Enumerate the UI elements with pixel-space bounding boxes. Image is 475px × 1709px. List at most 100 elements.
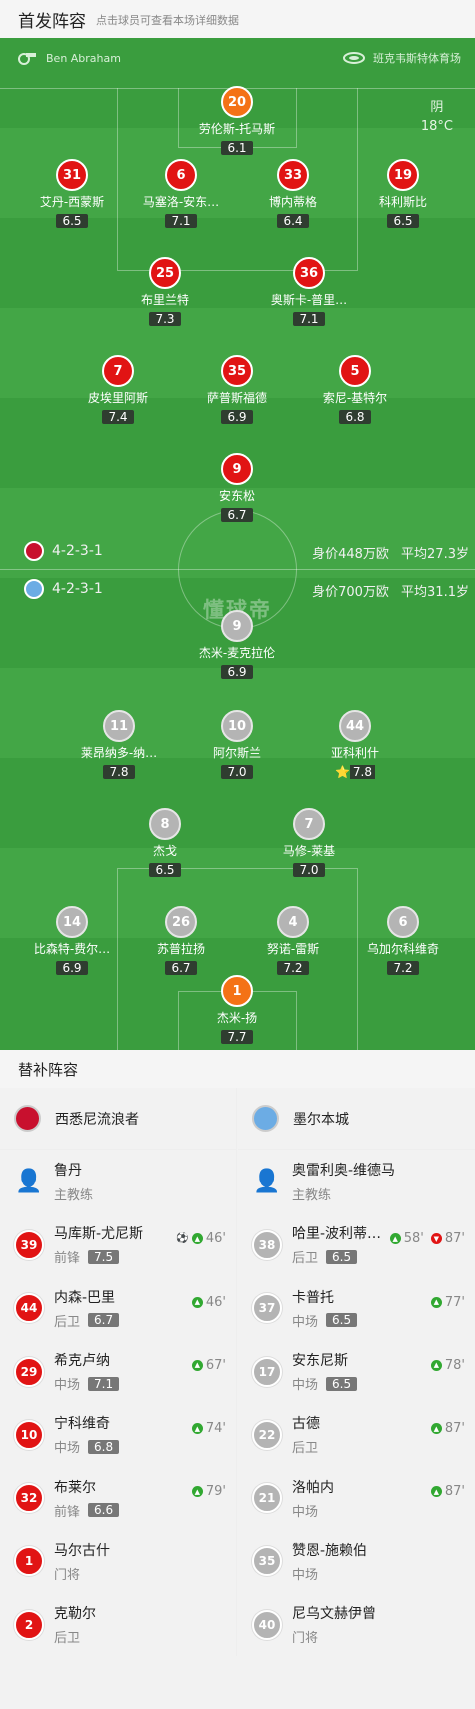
away-sub-row[interactable]: 40 尼乌文赫伊曾 门将 [238,1593,475,1656]
away-sub-row[interactable]: 35 赞恩-施赖伯 中场 [238,1530,475,1593]
away-player[interactable]: 44 亚科利什 ⭐ 7.8 [295,710,415,780]
away-sub-row[interactable]: 21 洛帕内 中场 ▲ 87' [238,1466,475,1529]
player-number: 1 [221,975,253,1007]
page-title: 首发阵容 [18,11,86,32]
home-sub-row[interactable]: 39 马库斯-尤尼斯 前锋 7.5 ⚽ ▲ 46' [0,1213,236,1276]
away-player[interactable]: 4 努诺-雷斯 7.2 [233,906,353,976]
sub-events: ▲ 58' ▼ 87' [389,1231,465,1247]
player-name: 劳伦斯-托马斯 [198,122,276,136]
sub-number: 10 [14,1419,44,1450]
home-sub-row[interactable]: 44 内森-巴里 后卫 6.7 ▲ 46' [0,1277,236,1340]
sub-rating: 6.5 [326,1313,358,1328]
player-name: 奥斯卡-普里… [270,293,348,307]
home-sub-row[interactable]: 32 布莱尔 前锋 6.6 ▲ 79' [0,1466,236,1529]
sub-number: 37 [252,1293,282,1324]
sub-position: 前锋 [54,1251,81,1267]
sub-name: 赞恩-施赖伯 [292,1542,368,1559]
sub-events: ▲ 78' [430,1357,465,1373]
sub-name: 尼乌文赫伊曾 [292,1606,376,1623]
home-formation-row: 4-2-3-1 [24,541,103,561]
player-number: 10 [221,710,253,742]
sub-name: 卡普托 [292,1289,334,1306]
player-name: 努诺-雷斯 [266,942,320,956]
sub-position: 主教练 [292,1188,332,1204]
goal-icon: ⚽ [176,1233,189,1245]
away-player[interactable]: 7 马修-莱基 7.0 [249,808,369,878]
player-rating: 7.8 [103,765,135,779]
player-rating-value: 7.8 [109,765,129,779]
sub-in-icon: ▲ [191,1423,203,1435]
sub-number: 17 [252,1356,282,1387]
star-icon: ⭐ [334,765,350,779]
sub-in-minute: 87' [444,1421,465,1437]
sub-out-icon: ▼ [430,1233,442,1245]
home-value: 身价448万欧 平均27.3岁 [312,547,469,562]
player-rating-value: 7.0 [227,765,247,779]
home-player[interactable]: 31 艾丹-西蒙斯 6.5 [12,159,132,229]
home-player[interactable]: 6 马塞洛-安东… 7.1 [121,159,241,229]
away-player[interactable]: 9 杰米-麦克拉伦 6.9 [177,610,297,680]
home-player[interactable]: 5 索尼-基特尔 6.8 [295,355,415,425]
home-sub-row[interactable]: 2 克勒尔 后卫 [0,1593,236,1656]
player-number: 9 [221,610,253,642]
page-hint: 点击球员可查看本场详细数据 [96,14,239,27]
home-team-row[interactable]: 西悉尼流浪者 [0,1088,236,1150]
sub-name: 哈里-波利蒂… [292,1226,382,1243]
sub-number: 32 [14,1483,44,1514]
away-coach-row[interactable]: 👤 奥雷利奥-维德马 主教练 [238,1150,475,1213]
whistle-icon [16,51,38,65]
home-player[interactable]: 20 劳伦斯-托马斯 6.1 [177,86,297,156]
away-player[interactable]: 10 阿尔斯兰 7.0 [177,710,297,780]
home-sub-row[interactable]: 29 希克卢纳 中场 7.1 ▲ 67' [0,1340,236,1403]
player-rating-value: 7.1 [171,214,191,228]
player-rating: 6.5 [387,214,419,228]
player-rating-value: 6.1 [227,141,247,155]
home-sub-row[interactable]: 1 马尔古什 门将 [0,1530,236,1593]
player-name: 马塞洛-安东… [142,195,220,209]
home-player[interactable]: 7 皮埃里阿斯 7.4 [58,355,178,425]
sub-position: 后卫 [292,1441,319,1457]
away-value: 身价700万欧 平均31.1岁 [312,585,469,600]
away-player[interactable]: 6 乌加尔科维奇 7.2 [343,906,463,976]
player-name: 亚科利什 [330,746,379,760]
away-player[interactable]: 11 莱昂纳多-纳… 7.8 [59,710,179,780]
away-sub-row[interactable]: 37 卡普托 中场 6.5 ▲ 77' [238,1277,475,1340]
away-team-row[interactable]: 墨尔本城 [238,1088,475,1150]
player-name: 博内蒂格 [268,195,317,209]
away-sub-row[interactable]: 38 哈里-波利蒂… 后卫 6.5 ▲ 58' ▼ 87' [238,1213,475,1276]
home-player[interactable]: 33 博内蒂格 6.4 [233,159,353,229]
weather-condition: 阴 [430,100,444,115]
home-coach-row[interactable]: 👤 鲁丹 主教练 [0,1150,236,1213]
home-player[interactable]: 25 布里兰特 7.3 [105,257,225,327]
sub-rating: 7.5 [88,1249,120,1264]
sub-in-minute: 78' [444,1357,465,1373]
away-player[interactable]: 26 苏普拉扬 6.7 [121,906,241,976]
player-number: 31 [56,159,88,191]
player-name: 萨普斯福德 [206,391,267,405]
player-number: 7 [102,355,134,387]
home-player[interactable]: 19 科利斯比 6.5 [343,159,463,229]
player-number: 44 [339,710,371,742]
sub-in-minute: 58' [403,1231,424,1247]
player-rating: 6.5 [56,214,88,228]
sub-in-icon: ▲ [430,1359,442,1371]
player-rating: 6.7 [165,961,197,975]
away-sub-row[interactable]: 17 安东尼斯 中场 6.5 ▲ 78' [238,1340,475,1403]
away-player[interactable]: 1 杰米-扬 7.7 [177,975,297,1045]
player-rating: 6.1 [221,141,253,155]
home-player[interactable]: 35 萨普斯福德 6.9 [177,355,297,425]
home-player[interactable]: 36 奥斯卡-普里… 7.1 [249,257,369,327]
sub-number: 21 [252,1483,282,1514]
sub-in-icon: ▲ [389,1233,401,1245]
away-sub-row[interactable]: 22 古德 后卫 ▲ 87' [238,1403,475,1466]
sub-events: ▲ 67' [191,1358,226,1373]
away-player[interactable]: 8 杰戈 6.5 [105,808,225,878]
player-rating: 6.8 [339,410,371,424]
player-number: 4 [277,906,309,938]
home-sub-row[interactable]: 10 宁科维奇 中场 6.8 ▲ 74' [0,1403,236,1466]
home-player[interactable]: 9 安东松 6.7 [177,453,297,523]
sub-in-minute: 79' [205,1484,226,1500]
player-number: 36 [293,257,325,289]
away-player[interactable]: 14 比森特-费尔… 6.9 [12,906,132,976]
sub-number: 29 [14,1356,44,1387]
